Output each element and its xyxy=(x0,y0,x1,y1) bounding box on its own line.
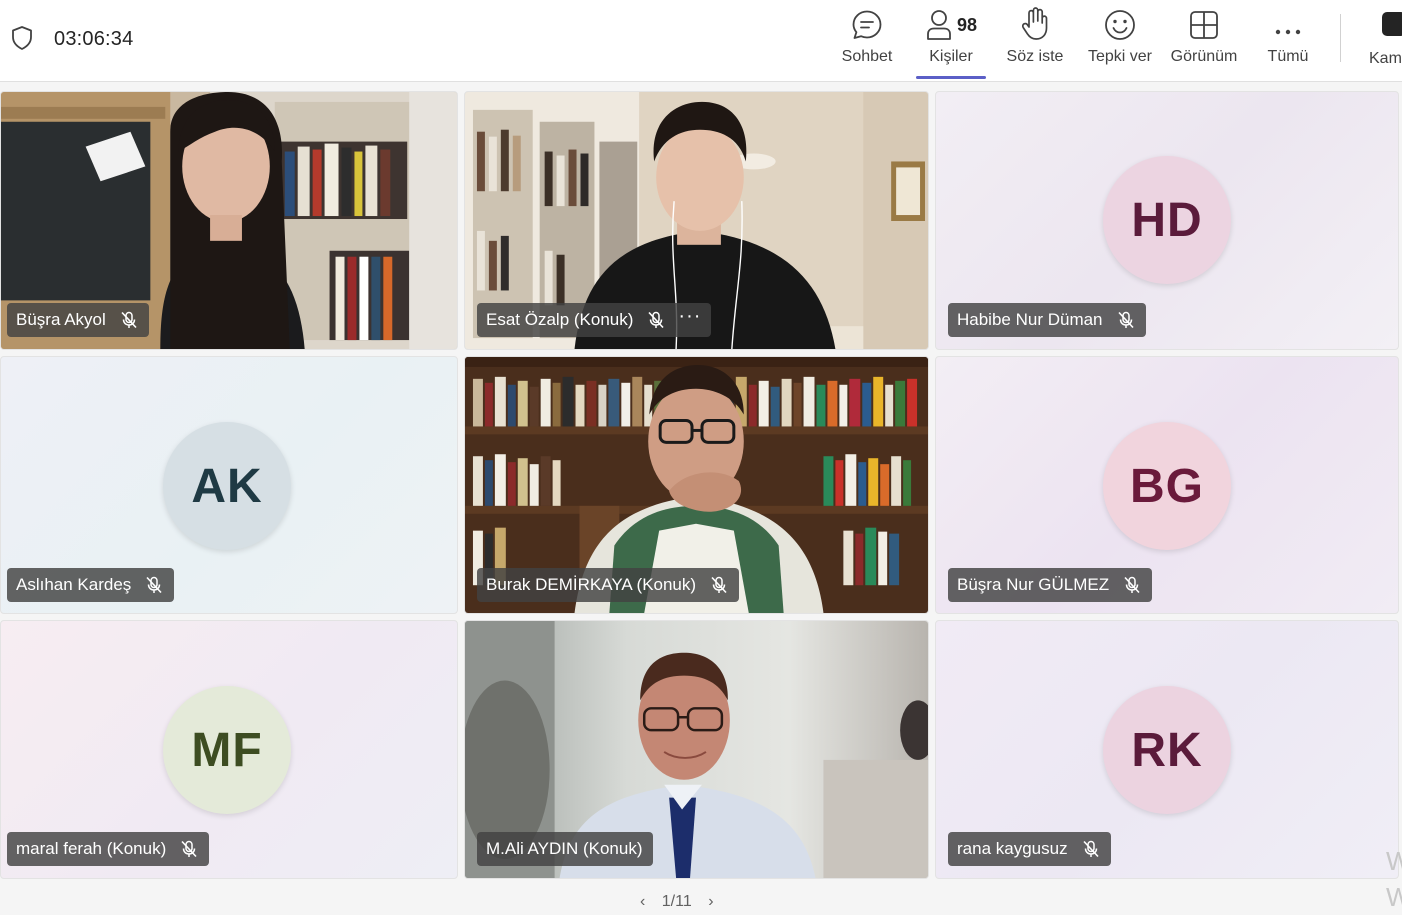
view-button[interactable]: Görünüm xyxy=(1166,0,1242,82)
camera-label[interactable]: Kam xyxy=(1369,50,1402,68)
participant-name: maral ferah (Konuk) xyxy=(16,839,167,858)
gallery-pager[interactable]: ‹ 1/11 › xyxy=(640,893,714,911)
participant-tile[interactable]: BG Büşra Nur GÜLMEZ xyxy=(935,356,1399,614)
person-icon xyxy=(927,10,951,40)
chat-label: Sohbet xyxy=(841,48,893,65)
participant-tile[interactable]: MF maral ferah (Konuk) xyxy=(0,620,458,879)
participant-name: Aslıhan Kardeş xyxy=(16,575,132,594)
mic-off-icon xyxy=(1082,840,1099,858)
mic-off-icon xyxy=(1117,311,1134,329)
react-label: Tepki ver xyxy=(1087,48,1153,65)
raise-hand-label: Söz iste xyxy=(1006,48,1064,65)
chat-button[interactable]: Sohbet xyxy=(838,0,896,82)
camera-icon[interactable] xyxy=(1382,12,1402,36)
toolbar-divider xyxy=(1340,14,1341,62)
participant-tile[interactable]: HD Habibe Nur Düman xyxy=(935,91,1399,350)
grid-view-icon xyxy=(1190,11,1218,39)
participant-tile[interactable]: Büşra Akyol xyxy=(0,91,458,350)
more-label: Tümü xyxy=(1267,48,1309,65)
more-icon xyxy=(1275,29,1301,35)
participant-name-tag: Aslıhan Kardeş xyxy=(7,568,175,602)
meeting-timer: 03:06:34 xyxy=(54,28,134,50)
avatar: HD xyxy=(1103,156,1231,284)
page-indicator: 1/11 xyxy=(661,893,692,910)
participant-name-tag: Büşra Akyol xyxy=(7,303,149,337)
avatar: BG xyxy=(1103,422,1231,550)
mic-off-icon xyxy=(1124,576,1140,594)
smiley-icon xyxy=(1105,10,1135,40)
active-tab-indicator xyxy=(916,76,986,79)
more-button[interactable]: Tümü xyxy=(1262,0,1314,82)
participant-name-tag: Esat Özalp (Konuk) ··· xyxy=(477,303,712,337)
participant-tile[interactable]: RK rana kaygusuz xyxy=(935,620,1399,879)
participant-tile[interactable]: M.Ali AYDIN (Konuk) xyxy=(464,620,929,879)
participant-name: Burak DEMİRKAYA (Konuk) xyxy=(486,575,697,594)
avatar: AK xyxy=(163,422,291,550)
people-count: 98 xyxy=(956,15,978,35)
participant-tile[interactable]: Burak DEMİRKAYA (Konuk) xyxy=(464,356,929,614)
meeting-toolbar: 03:06:34 Sohbet 98 Kişiler Söz iste Tepk… xyxy=(0,0,1402,82)
mic-off-icon xyxy=(711,576,727,594)
participant-name: M.Ali AYDIN (Konuk) xyxy=(486,839,643,858)
participant-tile[interactable]: Esat Özalp (Konuk) ··· xyxy=(464,91,929,350)
participant-name-tag: rana kaygusuz xyxy=(948,832,1111,866)
people-label: Kişiler xyxy=(929,48,973,65)
raise-hand-button[interactable]: Söz iste xyxy=(1004,0,1066,82)
chevron-right-icon[interactable]: › xyxy=(708,893,713,910)
view-label: Görünüm xyxy=(1170,48,1238,65)
participant-name: rana kaygusuz xyxy=(957,839,1068,858)
participant-more-button[interactable]: ··· xyxy=(678,306,701,326)
participant-name: Büşra Nur GÜLMEZ xyxy=(957,575,1110,594)
people-button[interactable]: 98 Kişiler xyxy=(916,0,986,82)
mic-off-icon xyxy=(648,311,664,329)
mic-off-icon xyxy=(146,576,162,594)
participant-name-tag: M.Ali AYDIN (Konuk) xyxy=(477,832,653,866)
chat-icon xyxy=(852,10,882,39)
participant-name: Büşra Akyol xyxy=(16,310,106,329)
avatar: RK xyxy=(1103,686,1231,814)
participant-name-tag: maral ferah (Konuk) xyxy=(7,832,210,866)
avatar: MF xyxy=(163,686,291,814)
chevron-left-icon[interactable]: ‹ xyxy=(640,893,645,910)
react-button[interactable]: Tepki ver xyxy=(1084,0,1156,82)
mic-off-icon xyxy=(181,840,197,858)
participant-tile[interactable]: AK Aslıhan Kardeş xyxy=(0,356,458,614)
participant-name: Esat Özalp (Konuk) xyxy=(486,310,634,329)
participant-name: Habibe Nur Düman xyxy=(957,310,1103,329)
mic-off-icon xyxy=(121,311,137,329)
participant-name-tag: Büşra Nur GÜLMEZ xyxy=(948,568,1153,602)
hand-icon xyxy=(1021,7,1048,40)
participant-name-tag: Burak DEMİRKAYA (Konuk) xyxy=(477,568,740,602)
shield-icon[interactable] xyxy=(10,25,34,51)
participant-name-tag: Habibe Nur Düman xyxy=(948,303,1146,337)
watermark-text: W W xyxy=(1386,846,1402,912)
